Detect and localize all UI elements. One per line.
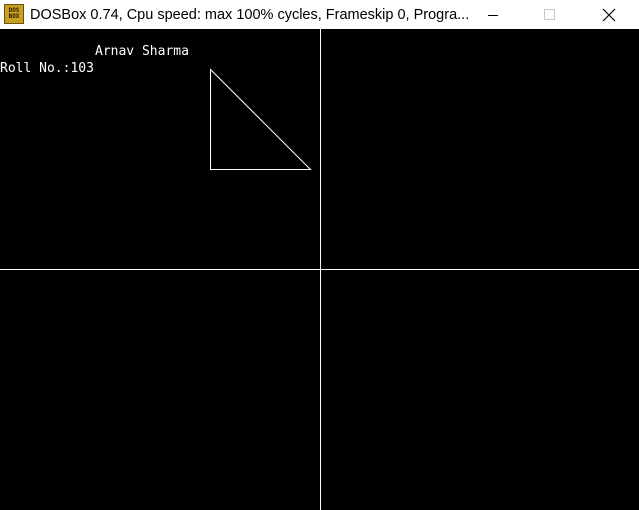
window-title: DOSBox 0.74, Cpu speed: max 100% cycles,… <box>30 7 470 23</box>
close-button[interactable] <box>586 0 632 29</box>
dosbox-icon[interactable]: DOS BOX <box>4 4 24 24</box>
name-label: Arnav Sharma <box>95 44 189 59</box>
roll-number-label: Roll No.:103 <box>0 61 94 76</box>
maximize-button[interactable] <box>527 0 573 29</box>
close-icon <box>602 8 616 21</box>
graphics-canvas <box>0 29 639 510</box>
minimize-button[interactable] <box>470 0 516 29</box>
triangle-shape <box>210 68 312 170</box>
dos-screen[interactable]: Arnav Sharma Roll No.:103 <box>0 29 639 510</box>
icon-text-bottom: BOX <box>8 13 20 20</box>
maximize-icon <box>544 8 555 20</box>
minimize-icon <box>488 14 498 16</box>
title-bar[interactable]: DOS BOX DOSBox 0.74, Cpu speed: max 100%… <box>0 0 639 29</box>
dosbox-window: DOS BOX DOSBox 0.74, Cpu speed: max 100%… <box>0 0 639 510</box>
